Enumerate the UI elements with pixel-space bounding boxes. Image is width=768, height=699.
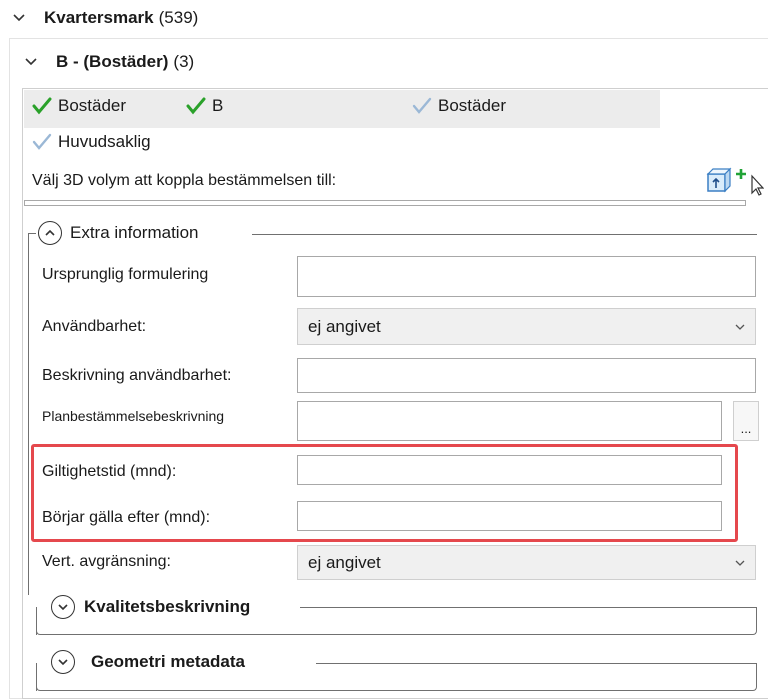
vert-value: ej angivet [308,552,381,572]
anvandbarhet-value: ej angivet [308,316,381,336]
tag-label: Bostäder [58,96,127,115]
check-icon [32,97,52,115]
vert-label: Vert. avgränsning: [42,553,171,570]
anvandbarhet-select[interactable]: ej angivet [297,308,756,345]
tree-node-label: B - (Bostäder) [56,52,169,71]
geometri-title: Geometri metadata [91,652,245,671]
check-icon [412,97,432,114]
borjar-label: Börjar gälla efter (mnd): [42,509,211,526]
giltighet-label: Giltighetstid (mnd): [42,463,177,480]
expand-geometri-button[interactable] [51,650,75,674]
tag-bostader-checked[interactable]: Bostäder [32,96,126,116]
giltighet-field[interactable] [297,455,722,485]
tree-node-count: (3) [173,52,195,71]
chevron-down-icon[interactable] [12,11,26,25]
chevron-down-icon [51,595,75,619]
tree-node-kvartersmark[interactable]: Kvartersmark (539) [12,8,198,28]
tag-label: Huvudsaklig [58,132,151,151]
3d-volume-add-icon [706,167,765,196]
volume-prompt: Välj 3D volym att koppla bestämmelsen ti… [32,172,337,189]
vert-select[interactable]: ej angivet [297,545,756,580]
extra-information-title: Extra information [70,223,199,242]
chevron-down-icon [735,560,745,566]
chevron-down-icon [735,324,745,330]
planbest-label: Planbestämmelsebeskrivning [42,408,225,424]
chevron-up-icon [38,221,62,245]
ursprunglig-label: Ursprunglig formulering [42,266,209,283]
kvalitet-title: Kvalitetsbeskrivning [84,597,251,616]
planbest-browse-button[interactable]: ... [733,401,759,441]
tag-label: B [212,96,224,115]
group-header-line [316,663,757,664]
planbest-field[interactable] [297,401,722,441]
tree-node-count: (539) [158,8,199,27]
tag-b-checked[interactable]: B [186,96,223,116]
beskrivning-field[interactable] [297,358,756,393]
tag-huvudsaklig-unchecked[interactable]: Huvudsaklig [32,132,151,152]
chevron-down-icon [51,650,75,674]
group-header-line [300,607,757,608]
borjar-field[interactable] [297,501,722,531]
tree-node-label: Kvartersmark [44,8,154,27]
ursprunglig-field[interactable] [297,256,756,297]
tag-label: Bostäder [438,96,507,115]
group-header-line [252,234,757,235]
check-icon [32,133,52,150]
check-icon [186,97,206,115]
expand-kvalitet-button[interactable] [51,595,75,619]
add-3d-volume-button[interactable] [704,166,765,196]
tree-node-bostader[interactable]: B - (Bostäder) (3) [24,52,194,72]
tag-bostader-unchecked[interactable]: Bostäder [412,96,506,116]
chevron-down-icon[interactable] [24,55,38,69]
separator-bar [24,200,746,206]
beskrivning-label: Beskrivning användbarhet: [42,367,232,384]
anvandbarhet-label: Användbarhet: [42,318,147,335]
collapse-extra-button[interactable] [38,221,62,245]
